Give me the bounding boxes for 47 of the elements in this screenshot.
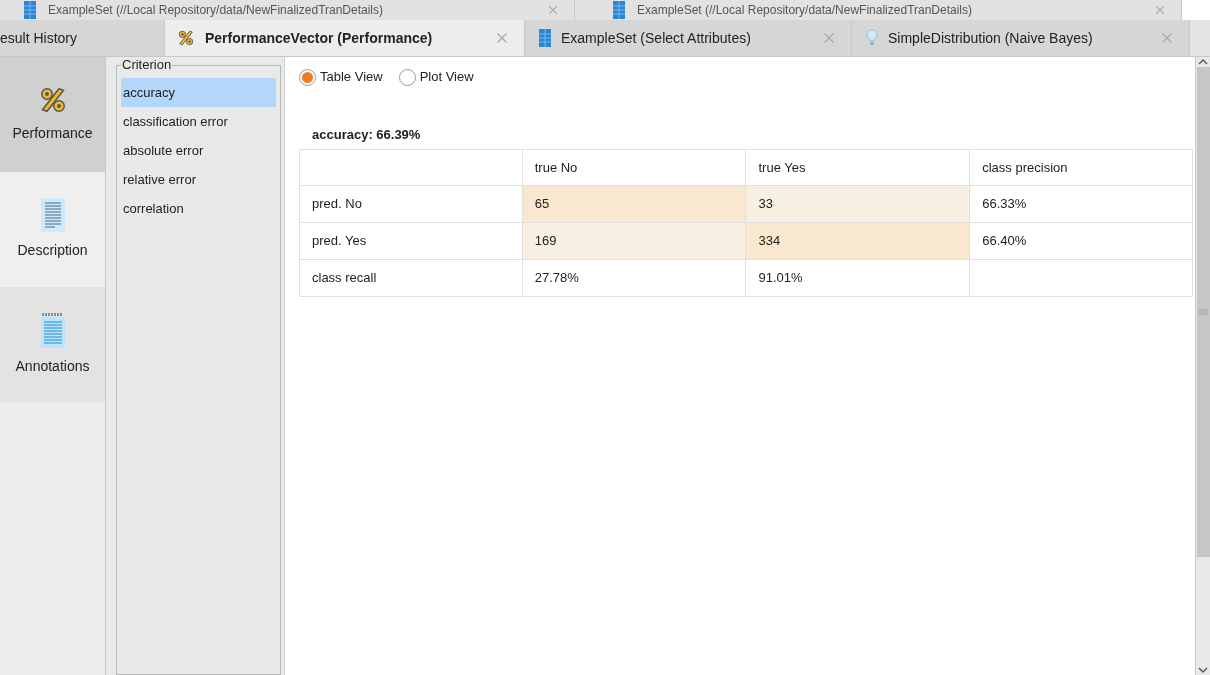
result-title: accuracy: 66.39% [312, 126, 422, 144]
lightbulb-icon [866, 29, 878, 47]
criterion-item[interactable]: correlation [121, 194, 276, 223]
sidebar-item[interactable]: Annotations [0, 287, 105, 402]
table-cell: 65 [522, 185, 746, 223]
document-icon [40, 198, 65, 232]
table-cell: 91.01% [745, 259, 970, 297]
table-cell: 334 [745, 222, 970, 260]
table-icon [539, 29, 551, 47]
tab[interactable]: esult History [0, 20, 165, 56]
notepad-icon [40, 312, 65, 348]
table-cell: 27.78% [522, 259, 746, 297]
table-cell: 66.33% [969, 185, 1193, 223]
radio-button[interactable] [299, 68, 316, 86]
grip-icon [1198, 309, 1208, 315]
table-cell: 169 [522, 222, 746, 260]
tab[interactable]: PerformanceVector (Performance) [165, 20, 525, 56]
radio-option[interactable]: Table View [299, 67, 383, 87]
row-header: pred. No [299, 185, 523, 223]
tab[interactable]: ExampleSet (//Local Repository/data/NewFinalizedTranDetails) [575, 0, 1182, 20]
scroll-down-icon[interactable] [1197, 665, 1209, 675]
radio-button[interactable] [398, 68, 416, 86]
column-header: true Yes [745, 149, 970, 186]
row-header: pred. Yes [299, 222, 523, 260]
tab[interactable]: ExampleSet (Select Attributes) [525, 20, 852, 56]
radio-option[interactable]: Plot View [398, 67, 474, 87]
criterion-item[interactable]: classification error [121, 107, 276, 136]
table-cell: 33 [745, 185, 970, 223]
table-cell: 66.40% [969, 222, 1193, 260]
table-icon [24, 1, 36, 19]
close-icon[interactable] [1155, 5, 1165, 15]
close-icon[interactable] [548, 5, 558, 15]
column-header: true No [522, 149, 746, 186]
close-icon[interactable] [823, 32, 835, 44]
criterion-item[interactable]: accuracy [121, 78, 276, 107]
criterion-item[interactable]: absolute error [121, 136, 276, 165]
scroll-up-icon[interactable] [1197, 57, 1209, 67]
close-icon[interactable] [496, 32, 508, 44]
row-header: class recall [299, 259, 523, 297]
table-icon [613, 1, 625, 19]
close-icon[interactable] [1161, 32, 1173, 44]
tab[interactable]: SimpleDistribution (Naive Bayes) [852, 20, 1190, 56]
sidebar-item[interactable]: Performance [0, 57, 105, 172]
column-header: class precision [969, 149, 1193, 186]
percent-icon [177, 29, 195, 47]
tab[interactable]: ExampleSet (//Local Repository/data/NewFinalizedTranDetails) [0, 0, 575, 20]
criterion-item[interactable]: relative error [121, 165, 276, 194]
